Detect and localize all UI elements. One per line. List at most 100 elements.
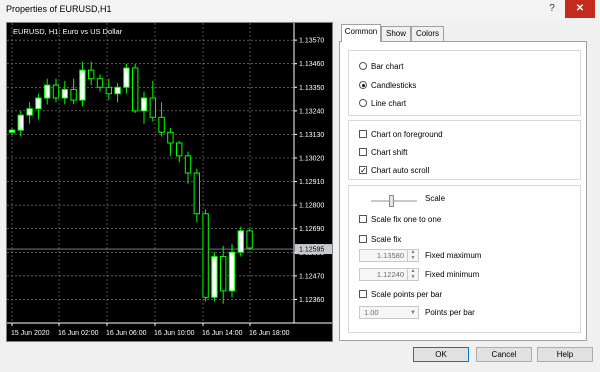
radio-button[interactable] (359, 81, 367, 89)
candle-body (26, 108, 33, 116)
scale-slider-track[interactable] (371, 200, 417, 202)
candle-body (70, 88, 77, 101)
checkbox-label: Chart shift (371, 147, 408, 157)
checkbox-label: Chart auto scroll (371, 165, 430, 175)
radio-candlesticks[interactable]: Candlesticks (359, 79, 416, 91)
tab-common[interactable]: Common (341, 24, 381, 42)
candle-body (114, 86, 121, 95)
candle-body (220, 256, 227, 292)
chevron-down-icon[interactable]: ▼ (410, 307, 416, 319)
fixed-minimum-value: 1.12240 (376, 270, 404, 279)
radio-label: Line chart (371, 98, 407, 108)
y-tick-label: 1.13350 (299, 85, 324, 92)
checkbox-chart-shift[interactable]: Chart shift (359, 146, 407, 158)
candle-body (176, 142, 183, 157)
candle-body (193, 172, 201, 215)
candle-body (35, 97, 42, 110)
tab-colors[interactable]: Colors (411, 26, 444, 41)
candle-body (237, 230, 245, 253)
candle-body (44, 84, 51, 99)
ok-button[interactable]: OK (413, 347, 469, 362)
title-bar: Properties of EURUSD,H1 ? ✕ (0, 0, 600, 20)
y-tick-label: 1.12800 (299, 203, 324, 210)
radio-button[interactable] (359, 62, 367, 70)
scale-slider-thumb[interactable] (389, 195, 394, 207)
x-tick-label: 16 Jun 18:00 (249, 330, 290, 337)
help-button[interactable]: Help (537, 347, 593, 362)
checkbox-label: Scale fix (371, 234, 402, 244)
candle-body (105, 86, 112, 95)
checkbox-label: Scale points per bar (371, 289, 443, 299)
checkbox-auto-scroll[interactable]: Chart auto scroll (359, 164, 429, 176)
points-per-bar-select[interactable]: 1.00 ▼ (359, 306, 419, 319)
x-tick-label: 16 Jun 02:00 (58, 330, 99, 337)
candle-body (246, 230, 253, 249)
candle-body (158, 116, 165, 133)
candle-body (228, 251, 236, 292)
checkbox[interactable] (359, 290, 367, 298)
fixed-minimum-input[interactable]: 1.12240 ▲ ▼ (359, 268, 419, 281)
y-tick-label: 1.13020 (299, 156, 324, 163)
fixed-minimum-label: Fixed minimum (425, 270, 480, 279)
chart-preview: 1.13570 1.13460 1.13350 1.13240 1.13130 1.130… (6, 22, 333, 342)
checkbox-scale-points-per-bar[interactable]: Scale points per bar (359, 288, 442, 300)
points-per-bar-label: Points per bar (425, 308, 475, 317)
x-tick-label: 15 Jun 2020 (11, 330, 50, 337)
radio-line-chart[interactable]: Line chart (359, 97, 406, 109)
spin-arrows-icon[interactable]: ▲ ▼ (407, 268, 418, 280)
help-icon[interactable]: ? (542, 0, 562, 18)
fixed-maximum-input[interactable]: 1.13580 ▲ ▼ (359, 249, 419, 262)
checkbox-label: Scale fix one to one (371, 214, 442, 224)
checkbox[interactable] (359, 215, 367, 223)
x-tick-label: 16 Jun 10:00 (154, 330, 195, 337)
candle-body (211, 256, 218, 298)
y-tick-label: 1.13240 (299, 108, 324, 115)
candle-body (149, 97, 157, 118)
tab-show[interactable]: Show (381, 26, 411, 41)
y-tick-label: 1.12690 (299, 226, 324, 233)
window-title: Properties of EURUSD,H1 (6, 4, 112, 14)
x-tick-label: 16 Jun 14:00 (202, 330, 243, 337)
candle-body (140, 97, 148, 112)
checkbox[interactable] (359, 130, 367, 138)
candle-body (17, 114, 25, 131)
checkbox[interactable] (359, 235, 367, 243)
checkbox-scale-fix-one-to-one[interactable]: Scale fix one to one (359, 213, 441, 225)
y-tick-label: 1.13460 (299, 61, 324, 68)
checkbox[interactable] (359, 148, 367, 156)
spin-arrows-icon[interactable]: ▲ ▼ (407, 249, 418, 261)
candle-body (123, 67, 130, 88)
chart-type-group: Bar chart Candlesticks Line chart (348, 50, 581, 116)
candle-body (96, 78, 104, 88)
candle-body (52, 84, 60, 99)
scale-label: Scale (425, 194, 446, 203)
candle-body (79, 69, 86, 101)
fixed-maximum-value: 1.13580 (376, 251, 404, 260)
chart-options-group: Chart on foreground Chart shift Chart au… (348, 120, 581, 180)
cancel-button[interactable]: Cancel (476, 347, 532, 362)
checkbox-chart-foreground[interactable]: Chart on foreground (359, 128, 443, 140)
y-tick-label: 1.12910 (299, 179, 324, 186)
y-tick-label: 1.13130 (299, 132, 324, 139)
y-tick-label: 1.13570 (299, 38, 324, 45)
radio-bar-chart[interactable]: Bar chart (359, 60, 403, 72)
fixed-maximum-label: Fixed maximum (425, 251, 482, 260)
checkbox-label: Chart on foreground (371, 129, 443, 139)
candle-body (202, 213, 209, 298)
candle-body (61, 88, 68, 99)
radio-label: Candlesticks (371, 80, 417, 90)
points-per-bar-value: 1.00 (364, 308, 379, 317)
y-tick-label: 1.12360 (299, 297, 324, 304)
candle-body (132, 67, 139, 112)
candlestick-chart: 1.13570 1.13460 1.13350 1.13240 1.13130 1.130… (7, 23, 332, 337)
checkbox-scale-fix[interactable]: Scale fix (359, 233, 401, 245)
candle-body (88, 69, 95, 80)
checkbox[interactable] (359, 166, 367, 174)
radio-label: Bar chart (371, 61, 404, 71)
common-tab-panel: Bar chart Candlesticks Line chart Chart … (339, 41, 587, 341)
candle-body (184, 155, 192, 174)
radio-button[interactable] (359, 99, 367, 107)
scale-group: Scale Scale fix one to one Scale fix 1.1… (348, 185, 581, 333)
close-icon[interactable]: ✕ (565, 0, 595, 18)
y-tick-label: 1.12470 (299, 273, 324, 280)
